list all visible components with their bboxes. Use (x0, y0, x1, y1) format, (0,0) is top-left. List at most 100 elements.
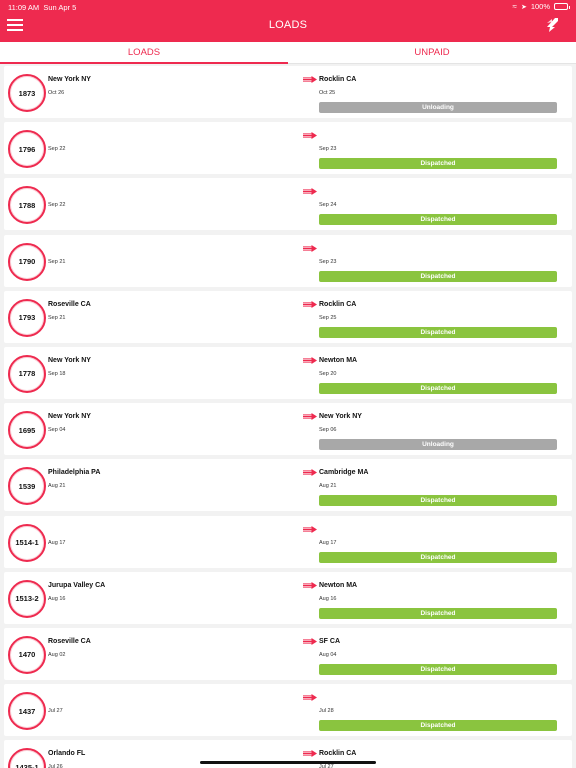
arrow-right-icon (303, 694, 317, 702)
tab-bar: LOADS UNPAID (0, 42, 576, 64)
origin-date: Aug 21 (48, 483, 66, 490)
destination-date: Jul 28 (319, 708, 334, 715)
load-card[interactable]: 1796 Sep 22 Sep 23 Dispatched (4, 122, 572, 175)
load-card[interactable]: 1778 New York NY Sep 18 Newton MA Sep 20… (4, 346, 572, 399)
load-number-badge: 1790 (8, 242, 46, 281)
load-number-badge: 1435-1 (8, 748, 46, 768)
destination-city: Newton MA (319, 581, 358, 589)
arrow-right-icon (303, 76, 317, 83)
origin-date: Jul 26 (48, 764, 63, 768)
status-badge: Dispatched (319, 270, 557, 282)
origin-city: Philadelphia PA (48, 469, 101, 477)
origin-city: New York NY (48, 356, 91, 364)
destination-date: Sep 23 (319, 258, 337, 265)
destination-date: Oct 25 (319, 90, 336, 96)
arrow-right-icon (303, 581, 317, 589)
load-card[interactable]: 1695 New York NY Sep 04 New York NY Sep … (4, 403, 572, 456)
origin-date: Aug 16 (48, 595, 66, 602)
device-status-bar: 11:09 AM Sun Apr 5 ≈ ➤ 100% (0, 0, 576, 14)
load-card[interactable]: 1790 Sep 21 Sep 23 Dispatched (4, 234, 572, 287)
origin-city: Jurupa Valley CA (48, 581, 106, 589)
origin-city: Roseville CA (48, 637, 91, 645)
origin-city: New York NY (48, 413, 91, 421)
app-logo-icon[interactable] (544, 17, 560, 33)
destination-city: SF CA (319, 637, 340, 645)
arrow-right-icon (303, 637, 317, 645)
destination-city: Newton MA (319, 356, 358, 364)
load-number-badge: 1437 (8, 692, 46, 731)
status-badge: Dispatched (319, 607, 557, 619)
origin-date: Aug 17 (48, 539, 66, 546)
destination-city: New York NY (319, 413, 362, 421)
arrow-right-icon (303, 244, 317, 252)
destination-date: Sep 23 (319, 146, 337, 153)
app-header: 11:09 AM Sun Apr 5 ≈ ➤ 100% LOADS (0, 0, 576, 42)
destination-date: Sep 24 (319, 202, 337, 209)
arrow-right-icon (303, 300, 317, 308)
status-badge: Unloading (319, 102, 557, 113)
tab-unpaid[interactable]: UNPAID (288, 42, 576, 63)
arrow-right-icon (303, 356, 317, 364)
load-number-badge: 1695 (8, 411, 46, 450)
destination-city: Rocklin CA (319, 300, 357, 308)
load-number-badge: 1873 (8, 74, 46, 112)
status-badge: Dispatched (319, 326, 557, 338)
status-badge: Dispatched (319, 551, 557, 563)
load-number-badge: 1513-2 (8, 579, 46, 618)
load-card[interactable]: 1470 Roseville CA Aug 02 SF CA Aug 04 Di… (4, 627, 572, 680)
destination-date: Sep 25 (319, 314, 337, 321)
destination-city: Rocklin CA (319, 76, 357, 83)
load-card[interactable]: 1513-2 Jurupa Valley CA Aug 16 Newton MA… (4, 571, 572, 624)
origin-date: Sep 04 (48, 427, 66, 434)
arrow-right-icon (303, 132, 317, 140)
destination-date: Aug 17 (319, 539, 337, 546)
load-card[interactable]: 1793 Roseville CA Sep 21 Rocklin CA Sep … (4, 290, 572, 343)
arrow-right-icon (303, 413, 317, 421)
load-number-badge: 1793 (8, 298, 46, 337)
destination-date: Sep 06 (319, 427, 337, 434)
load-number-badge: 1796 (8, 130, 46, 169)
tab-loads[interactable]: LOADS (0, 42, 288, 64)
origin-date: Sep 18 (48, 370, 66, 377)
load-number-badge: 1514-1 (8, 523, 46, 562)
status-badge: Dispatched (319, 663, 557, 675)
load-card[interactable]: 1539 Philadelphia PA Aug 21 Cambridge MA… (4, 459, 572, 512)
origin-city: New York NY (48, 76, 91, 83)
arrow-right-icon (303, 188, 317, 196)
origin-date: Sep 21 (48, 314, 66, 321)
origin-city: Roseville CA (48, 300, 91, 308)
load-card[interactable]: 1514-1 Aug 17 Aug 17 Dispatched (4, 515, 572, 568)
destination-date: Aug 21 (319, 483, 337, 490)
status-badge: Dispatched (319, 214, 557, 226)
home-indicator[interactable] (200, 761, 376, 764)
load-number-badge: 1788 (8, 186, 46, 225)
status-badge: Dispatched (319, 158, 557, 170)
destination-date: Aug 16 (319, 595, 337, 602)
arrow-right-icon (303, 469, 317, 477)
origin-date: Sep 22 (48, 146, 66, 153)
origin-date: Aug 02 (48, 651, 66, 658)
status-badge: Unloading (319, 439, 557, 451)
page-title: LOADS (268, 19, 308, 31)
load-card[interactable]: 1873 New York NY Oct 26 Rocklin CA Oct 2… (4, 66, 572, 118)
load-number-badge: 1778 (8, 354, 46, 393)
destination-city: Cambridge MA (319, 469, 369, 477)
origin-date: Sep 22 (48, 202, 66, 209)
origin-date: Oct 26 (48, 90, 65, 96)
load-card[interactable]: 1788 Sep 22 Sep 24 Dispatched (4, 178, 572, 231)
status-right: ≈ ➤ 100% (512, 2, 570, 11)
arrow-right-icon (303, 750, 317, 758)
origin-date: Sep 21 (48, 258, 66, 265)
origin-date: Jul 27 (48, 708, 63, 715)
location-icon: ➤ (520, 3, 527, 11)
status-badge: Dispatched (319, 382, 557, 394)
battery-icon (554, 3, 570, 10)
battery-percent: 100% (530, 2, 550, 11)
status-badge: Dispatched (319, 720, 557, 732)
wifi-icon: ≈ (512, 2, 517, 11)
load-card[interactable]: 1437 Jul 27 Jul 28 Dispatched (4, 684, 572, 737)
status-time: 11:09 AM Sun Apr 5 (8, 3, 77, 12)
destination-city: Rocklin CA (319, 750, 357, 758)
load-number-badge: 1470 (8, 635, 46, 674)
loads-list: 1873 New York NY Oct 26 Rocklin CA Oct 2… (0, 66, 576, 768)
